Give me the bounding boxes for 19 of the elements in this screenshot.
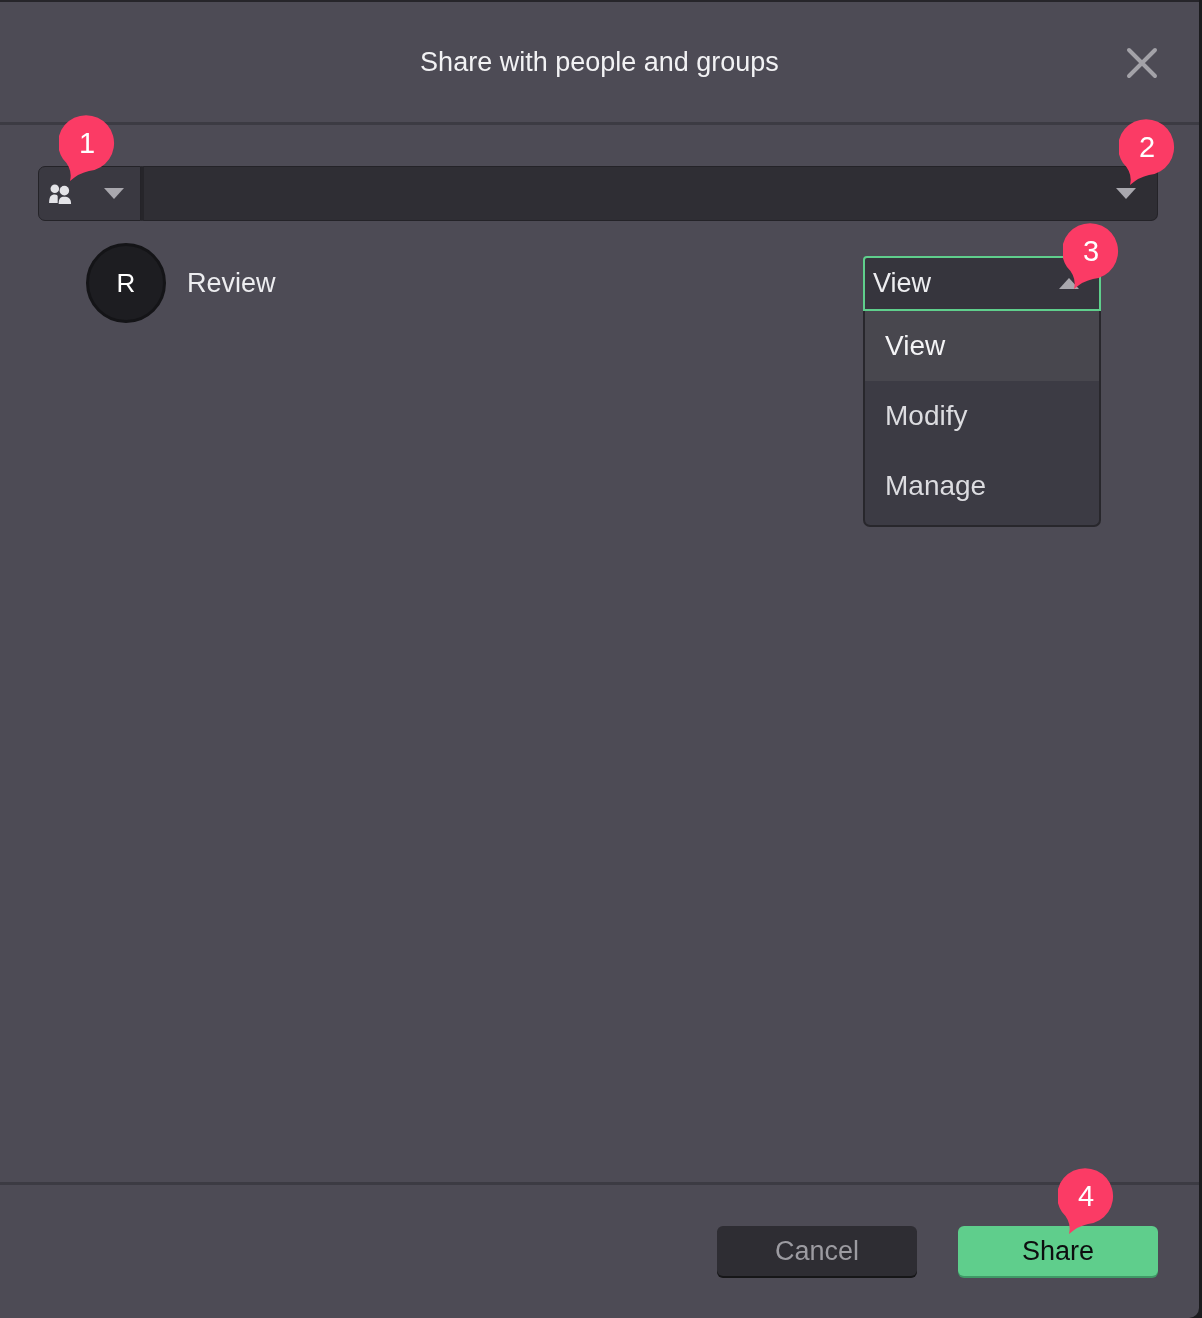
callout-badge: 4 bbox=[1058, 1168, 1114, 1236]
callout-badge: 2 bbox=[1119, 119, 1175, 187]
caret-icon bbox=[1059, 278, 1079, 289]
avatar: R bbox=[86, 243, 166, 323]
recipient-field[interactable] bbox=[141, 166, 1158, 221]
dialog-title: Share with people and groups bbox=[420, 45, 779, 79]
callout-badge: 3 bbox=[1063, 223, 1119, 291]
people-icon bbox=[49, 183, 74, 204]
caret-icon bbox=[104, 188, 124, 199]
callout-badge: 1 bbox=[59, 115, 115, 183]
menu-item[interactable]: Manage bbox=[865, 451, 1099, 521]
share-button[interactable]: Share bbox=[958, 1226, 1158, 1276]
caret-icon bbox=[1116, 188, 1136, 199]
menu-item[interactable]: View bbox=[865, 311, 1099, 381]
close-icon[interactable] bbox=[1126, 47, 1158, 79]
cancel-button[interactable]: Cancel bbox=[717, 1226, 917, 1276]
menu-item[interactable]: Modify bbox=[865, 381, 1099, 451]
recipient-name: Review bbox=[187, 266, 276, 300]
recipient-type-dropdown[interactable] bbox=[38, 166, 141, 221]
